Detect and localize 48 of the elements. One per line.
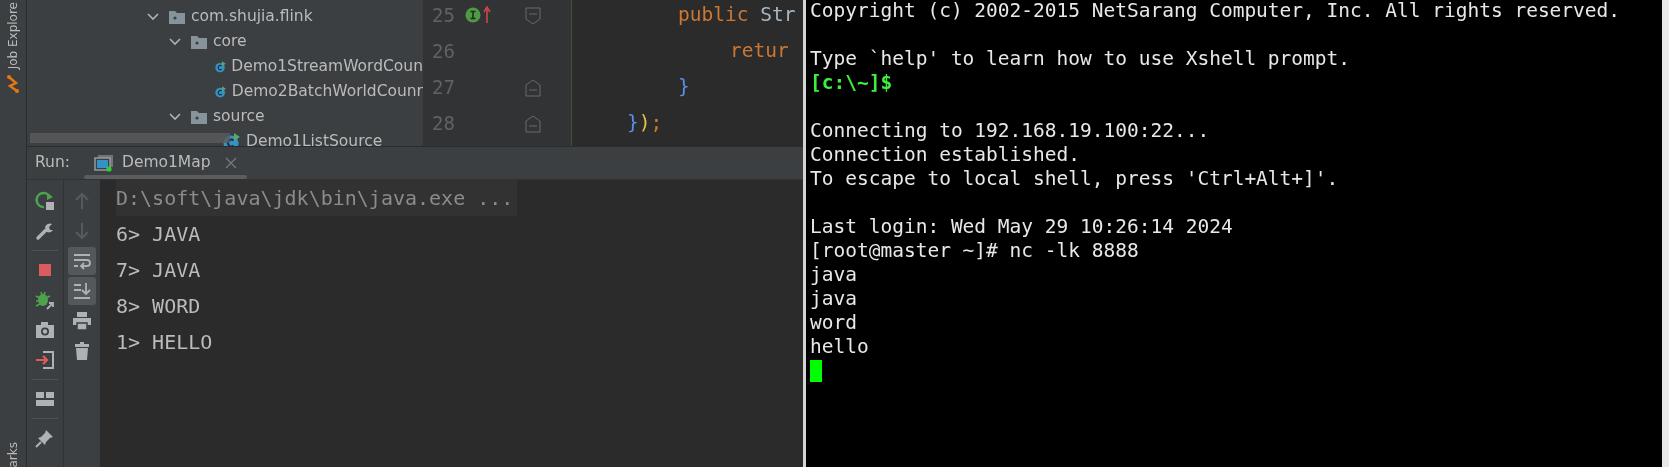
pin-icon[interactable] [35, 428, 55, 448]
job-explorer-icon [6, 75, 20, 94]
chevron-down-icon[interactable] [169, 110, 181, 123]
camera-icon[interactable] [35, 320, 55, 340]
tool-window-label[interactable]: Job Explore [4, 2, 22, 70]
folder-icon [169, 9, 185, 24]
console-line: 7> JAVA [116, 257, 202, 284]
terminal-line: Last login: Wed May 29 10:26:14 2024 [810, 215, 1233, 238]
terminal-line: java [810, 287, 857, 310]
terminal-line: Connection established. [810, 143, 1081, 166]
up-arrow-icon[interactable] [483, 6, 491, 24]
terminal-line: Connecting to 192.168.19.100:22... [810, 119, 1210, 142]
tool-window-label[interactable]: arks [4, 441, 22, 467]
folder-icon [191, 34, 207, 49]
rerun-icon[interactable] [35, 191, 55, 211]
chevron-down-icon[interactable] [169, 35, 181, 48]
tree-item[interactable]: Demo2BatchWorldCounr [27, 79, 423, 104]
terminal-line: word [810, 311, 857, 334]
run-label: Run: [35, 152, 70, 174]
console-line: 1> HELLO [116, 329, 214, 356]
terminal-line: java [810, 263, 857, 286]
run-tab[interactable]: Demo1Map [83, 146, 247, 180]
terminal-line: Copyright (c) 2002-2015 NetSarang Computer, Inc. All rights reserved. [810, 0, 1621, 22]
tree-item[interactable]: core [27, 29, 423, 54]
prompt: [c:\~]$ [810, 71, 893, 94]
bug-icon[interactable] [35, 290, 55, 310]
code-line: }); [627, 110, 663, 137]
terminal-line: Type `help' to learn how to use Xshell prompt. [810, 47, 1351, 70]
implemented-icon[interactable] [465, 7, 481, 23]
code-line: public Str [678, 2, 796, 29]
folder-icon [191, 109, 207, 124]
terminal-line: hello [810, 335, 869, 358]
tree-item[interactable]: source [27, 104, 423, 129]
tree-item[interactable]: com.shujia.flink [27, 4, 423, 29]
scrollbar[interactable] [30, 133, 230, 143]
code-line: } [678, 74, 690, 101]
close-icon[interactable] [224, 157, 237, 169]
code-line: retur [730, 38, 789, 65]
console-line: 6> JAVA [116, 221, 202, 248]
layout-icon[interactable] [35, 389, 55, 409]
exit-icon[interactable] [35, 350, 55, 370]
terminal-line: To escape to local shell, press 'Ctrl+Alt+]'. [810, 167, 1339, 190]
console-icon [93, 154, 114, 172]
console-line: 8> WORD [116, 293, 202, 320]
terminal-line: [root@master ~]# nc -lk 8888 [810, 239, 1139, 262]
chevron-down-icon[interactable] [147, 10, 159, 23]
wrench-icon[interactable] [35, 221, 55, 241]
tree-item[interactable]: Demo1StreamWordCoun [27, 54, 423, 79]
